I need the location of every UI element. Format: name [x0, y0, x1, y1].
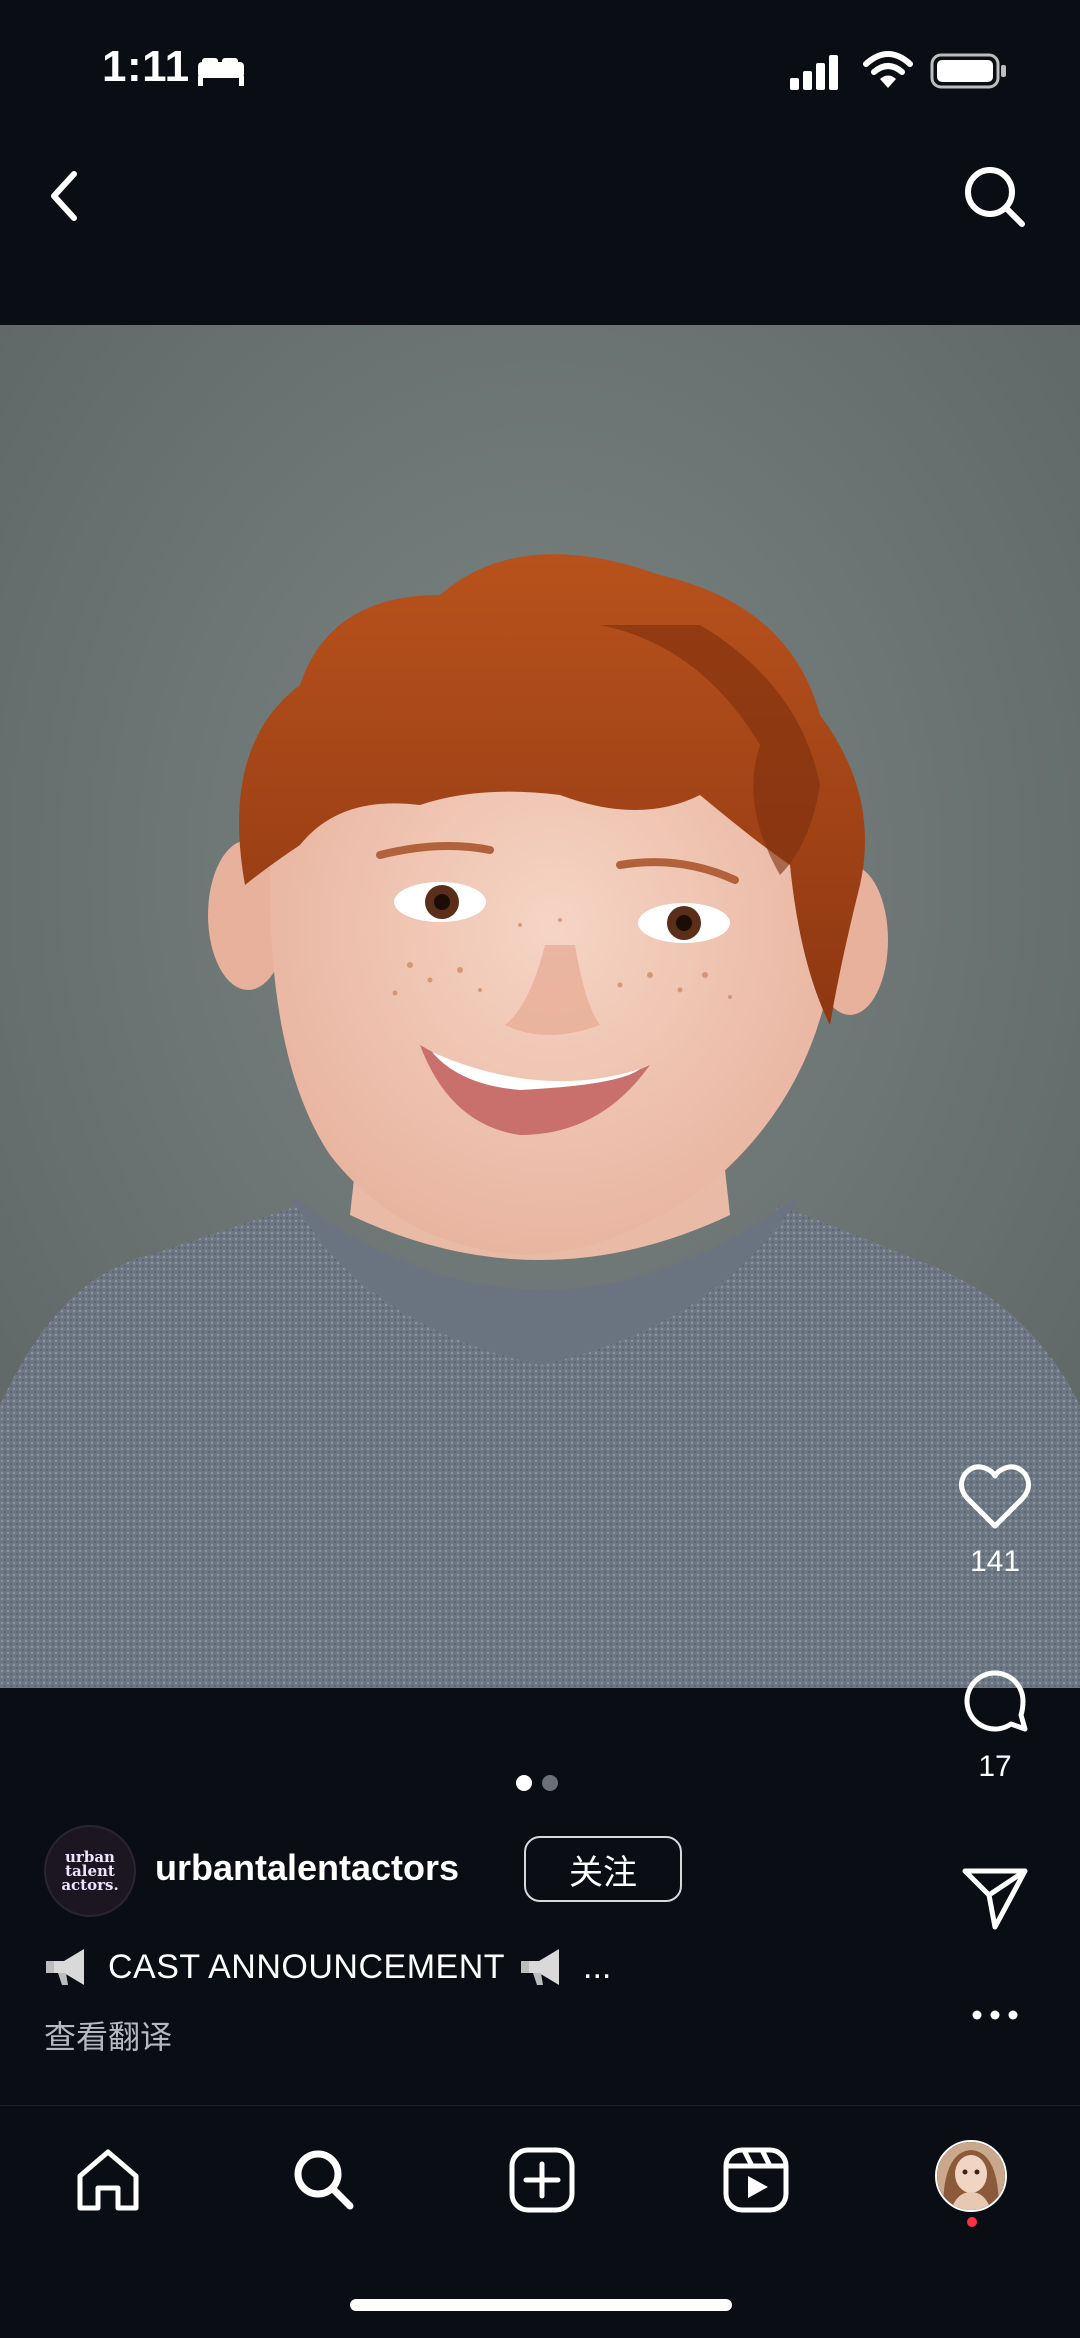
home-indicator[interactable]: [350, 2299, 732, 2311]
heart-icon: [959, 1464, 1031, 1529]
avatar-logo-text: urban talent actors.: [61, 1848, 119, 1894]
caption[interactable]: CAST ANNOUNCEMENT ...: [44, 1945, 611, 1989]
share-button[interactable]: [945, 1865, 1045, 1936]
comment-count: 17: [978, 1750, 1012, 1783]
profile-avatar-image: [937, 2142, 1005, 2210]
megaphone-icon: [521, 1949, 560, 1985]
reels-icon[interactable]: [718, 2142, 794, 2218]
translate-link[interactable]: 查看翻译: [44, 2012, 172, 2058]
comment-button[interactable]: 17: [945, 1665, 1045, 1784]
like-button[interactable]: 141: [945, 1462, 1045, 1579]
bed-icon: [198, 58, 244, 86]
caption-more[interactable]: ...: [583, 1948, 611, 1987]
follow-button[interactable]: 关注: [524, 1836, 682, 1902]
signal-icon: [790, 55, 838, 90]
search-icon[interactable]: [286, 2142, 362, 2218]
comment-icon: [964, 1670, 1028, 1732]
account-avatar[interactable]: urban talent actors.: [44, 1825, 136, 1917]
page-dot-active: [516, 1775, 532, 1791]
profile-avatar[interactable]: [935, 2140, 1007, 2212]
megaphone-icon: [46, 1949, 84, 1985]
account-username[interactable]: urbantalentactors: [155, 1847, 459, 1889]
caption-text: CAST ANNOUNCEMENT: [108, 1947, 506, 1986]
notification-dot: [967, 2217, 977, 2227]
create-icon[interactable]: [504, 2142, 580, 2218]
wifi-icon: [863, 51, 913, 88]
status-time: 1:11: [102, 42, 190, 91]
home-icon[interactable]: [70, 2142, 146, 2218]
post-photo[interactable]: [0, 325, 1080, 1688]
search-icon[interactable]: [958, 160, 1030, 232]
more-options-icon[interactable]: [962, 1995, 1028, 2035]
page-dot: [542, 1775, 558, 1791]
like-count: 141: [969, 1545, 1021, 1578]
battery-icon: [930, 53, 1006, 89]
send-icon: [962, 1868, 1028, 1930]
carousel-pagination: [516, 1775, 558, 1791]
back-button[interactable]: [38, 160, 92, 232]
portrait-illustration: [0, 325, 1080, 1688]
